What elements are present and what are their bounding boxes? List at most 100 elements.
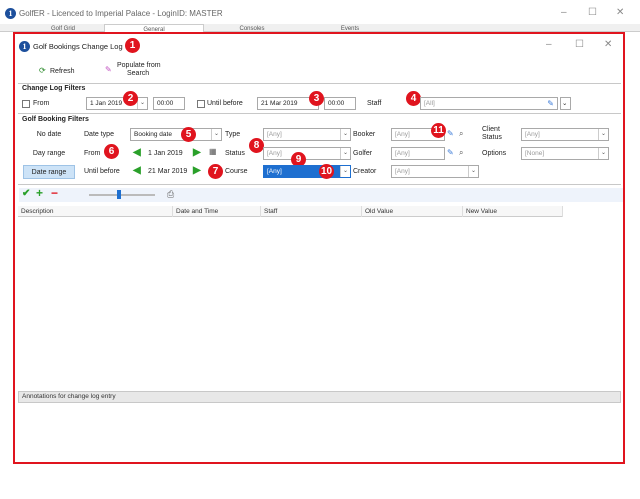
golf-booking-filters-heading: Golf Booking Filters xyxy=(22,116,89,123)
arrow-right-icon[interactable]: ▶ xyxy=(193,148,203,158)
populate-from-search-button[interactable]: ✎ Populate from Search xyxy=(103,61,173,81)
from-date-field[interactable]: 1 Jan 2019 ⌄ xyxy=(86,97,148,110)
booker-value: [Any] xyxy=(395,131,410,138)
booking-until-date[interactable]: 21 Mar 2019 xyxy=(148,168,187,175)
chevron-down-icon[interactable]: ⌄ xyxy=(340,166,350,177)
column-old-value[interactable]: Old Value xyxy=(362,206,463,217)
column-new-value[interactable]: New Value xyxy=(463,206,563,217)
date-type-value: Booking date xyxy=(134,131,172,138)
change-log-grid[interactable] xyxy=(18,217,621,388)
add-icon[interactable]: + xyxy=(36,186,43,200)
app-maximize-button[interactable]: ☐ xyxy=(588,7,597,18)
dialog-maximize-button[interactable]: ☐ xyxy=(575,39,584,50)
staff-dropdown-button[interactable]: ⌄ xyxy=(560,97,571,110)
chevron-down-icon[interactable]: ⌄ xyxy=(598,129,608,140)
no-date-button[interactable]: No date xyxy=(23,128,75,142)
column-description[interactable]: Description xyxy=(18,206,173,217)
check-icon[interactable]: ✔ xyxy=(22,188,30,199)
creator-select[interactable]: [Any] ⌄ xyxy=(391,165,479,178)
grid-header: Description Date and Time Staff Old Valu… xyxy=(18,206,563,217)
options-label: Options xyxy=(482,150,507,157)
date-type-label: Date type xyxy=(84,131,114,138)
type-select[interactable]: [Any] ⌄ xyxy=(263,128,351,141)
status-value: [Any] xyxy=(267,150,282,157)
tab-general[interactable]: General xyxy=(104,24,204,32)
eraser-icon[interactable]: ✎ xyxy=(447,148,454,158)
creator-label: Creator xyxy=(353,168,377,175)
client-status-label-1: Client xyxy=(482,126,500,133)
callout-badge-10: 10 xyxy=(319,164,334,179)
dialog-close-button[interactable]: ✕ xyxy=(604,39,612,50)
course-select[interactable]: [Any] ⌄ xyxy=(263,165,351,178)
app-title: GolfER - Licenced to Imperial Palace - L… xyxy=(19,9,223,18)
tab-events[interactable]: Events xyxy=(325,24,375,32)
print-icon[interactable]: ⎙ xyxy=(167,189,174,200)
annotations-area[interactable] xyxy=(18,404,621,460)
refresh-icon: ⟳ xyxy=(39,66,46,75)
callout-badge-4: 4 xyxy=(406,91,421,106)
course-label: Course xyxy=(225,168,248,175)
zoom-slider-track[interactable] xyxy=(89,194,155,196)
client-status-select[interactable]: [Any] ⌄ xyxy=(521,128,609,141)
from-date-value: 1 Jan 2019 xyxy=(90,100,123,107)
callout-badge-6: 6 xyxy=(104,144,119,159)
tab-consoles[interactable]: Consoles xyxy=(222,24,282,32)
eraser-icon[interactable]: ✎ xyxy=(447,129,454,139)
change-log-dialog: 1 Golf Bookings Change Log 1 – ☐ ✕ ⟳ Ref… xyxy=(13,32,625,464)
booking-from-date[interactable]: 1 Jan 2019 xyxy=(148,150,183,157)
type-label: Type xyxy=(225,131,241,138)
dialog-titlebar: 1 Golf Bookings Change Log 1 – ☐ ✕ xyxy=(15,34,623,58)
annotations-header: Annotations for change log entry xyxy=(18,391,621,403)
from-time-value: 00:00 xyxy=(157,100,174,107)
column-date-and-time[interactable]: Date and Time xyxy=(173,206,261,217)
chevron-down-icon[interactable]: ⌄ xyxy=(598,148,608,159)
day-range-button[interactable]: Day range xyxy=(23,147,75,161)
calendar-icon[interactable]: ▦ xyxy=(209,147,217,157)
golfer-label: Golfer xyxy=(353,150,373,157)
client-status-label-2: Status xyxy=(482,134,502,141)
callout-badge-11: 11 xyxy=(431,123,446,138)
chevron-down-icon[interactable]: ⌄ xyxy=(137,98,147,109)
date-range-button[interactable]: Date range xyxy=(23,165,75,179)
change-log-filters-heading: Change Log Filters xyxy=(22,85,86,92)
until-date-value: 21 Mar 2019 xyxy=(261,100,298,107)
until-before-checkbox[interactable] xyxy=(197,100,205,108)
column-staff[interactable]: Staff xyxy=(261,206,362,217)
arrow-left-icon[interactable]: ◀ xyxy=(133,166,143,176)
chevron-down-icon[interactable]: ⌄ xyxy=(340,129,350,140)
client-status-value: [Any] xyxy=(525,131,540,138)
search-icon[interactable]: ⌕ xyxy=(459,129,463,139)
arrow-right-icon[interactable]: ▶ xyxy=(193,166,203,176)
refresh-button[interactable]: ⟳ Refresh xyxy=(35,64,95,78)
chevron-down-icon[interactable]: ⌄ xyxy=(211,129,221,140)
chevron-down-icon[interactable]: ⌄ xyxy=(468,166,478,177)
eraser-icon[interactable]: ✎ xyxy=(547,99,554,109)
date-type-select[interactable]: Booking date ⌄ xyxy=(130,128,222,141)
app-minimize-button[interactable]: – xyxy=(561,7,567,18)
zoom-slider-handle[interactable] xyxy=(117,190,121,199)
until-before-label: Until before xyxy=(207,100,243,107)
dialog-minimize-button[interactable]: – xyxy=(546,39,552,50)
until-time-field[interactable]: 00:00 xyxy=(324,97,356,110)
status-select[interactable]: [Any] ⌄ xyxy=(263,147,351,160)
arrow-left-icon[interactable]: ◀ xyxy=(133,148,143,158)
callout-badge-2: 2 xyxy=(123,91,138,106)
remove-icon[interactable]: − xyxy=(51,186,58,200)
golfer-field[interactable]: [Any] xyxy=(391,147,445,160)
from-checkbox[interactable] xyxy=(22,100,30,108)
app-close-button[interactable]: ✕ xyxy=(616,7,624,18)
until-time-value: 00:00 xyxy=(328,100,345,107)
app-tab-bar xyxy=(0,24,640,32)
search-icon[interactable]: ⌕ xyxy=(459,148,463,158)
staff-field[interactable]: [All] ✎ xyxy=(420,97,558,110)
chevron-down-icon[interactable]: ⌄ xyxy=(340,148,350,159)
divider xyxy=(18,113,621,114)
status-label: Status xyxy=(225,150,245,157)
from-time-field[interactable]: 00:00 xyxy=(153,97,185,110)
from-label: From xyxy=(33,100,50,107)
options-select[interactable]: [None] ⌄ xyxy=(521,147,609,160)
refresh-label: Refresh xyxy=(50,68,75,75)
populate-label-1: Populate from xyxy=(117,62,161,69)
tab-golf-grid[interactable]: Golf Grid xyxy=(38,24,88,32)
app-logo-icon: 1 xyxy=(5,8,16,19)
